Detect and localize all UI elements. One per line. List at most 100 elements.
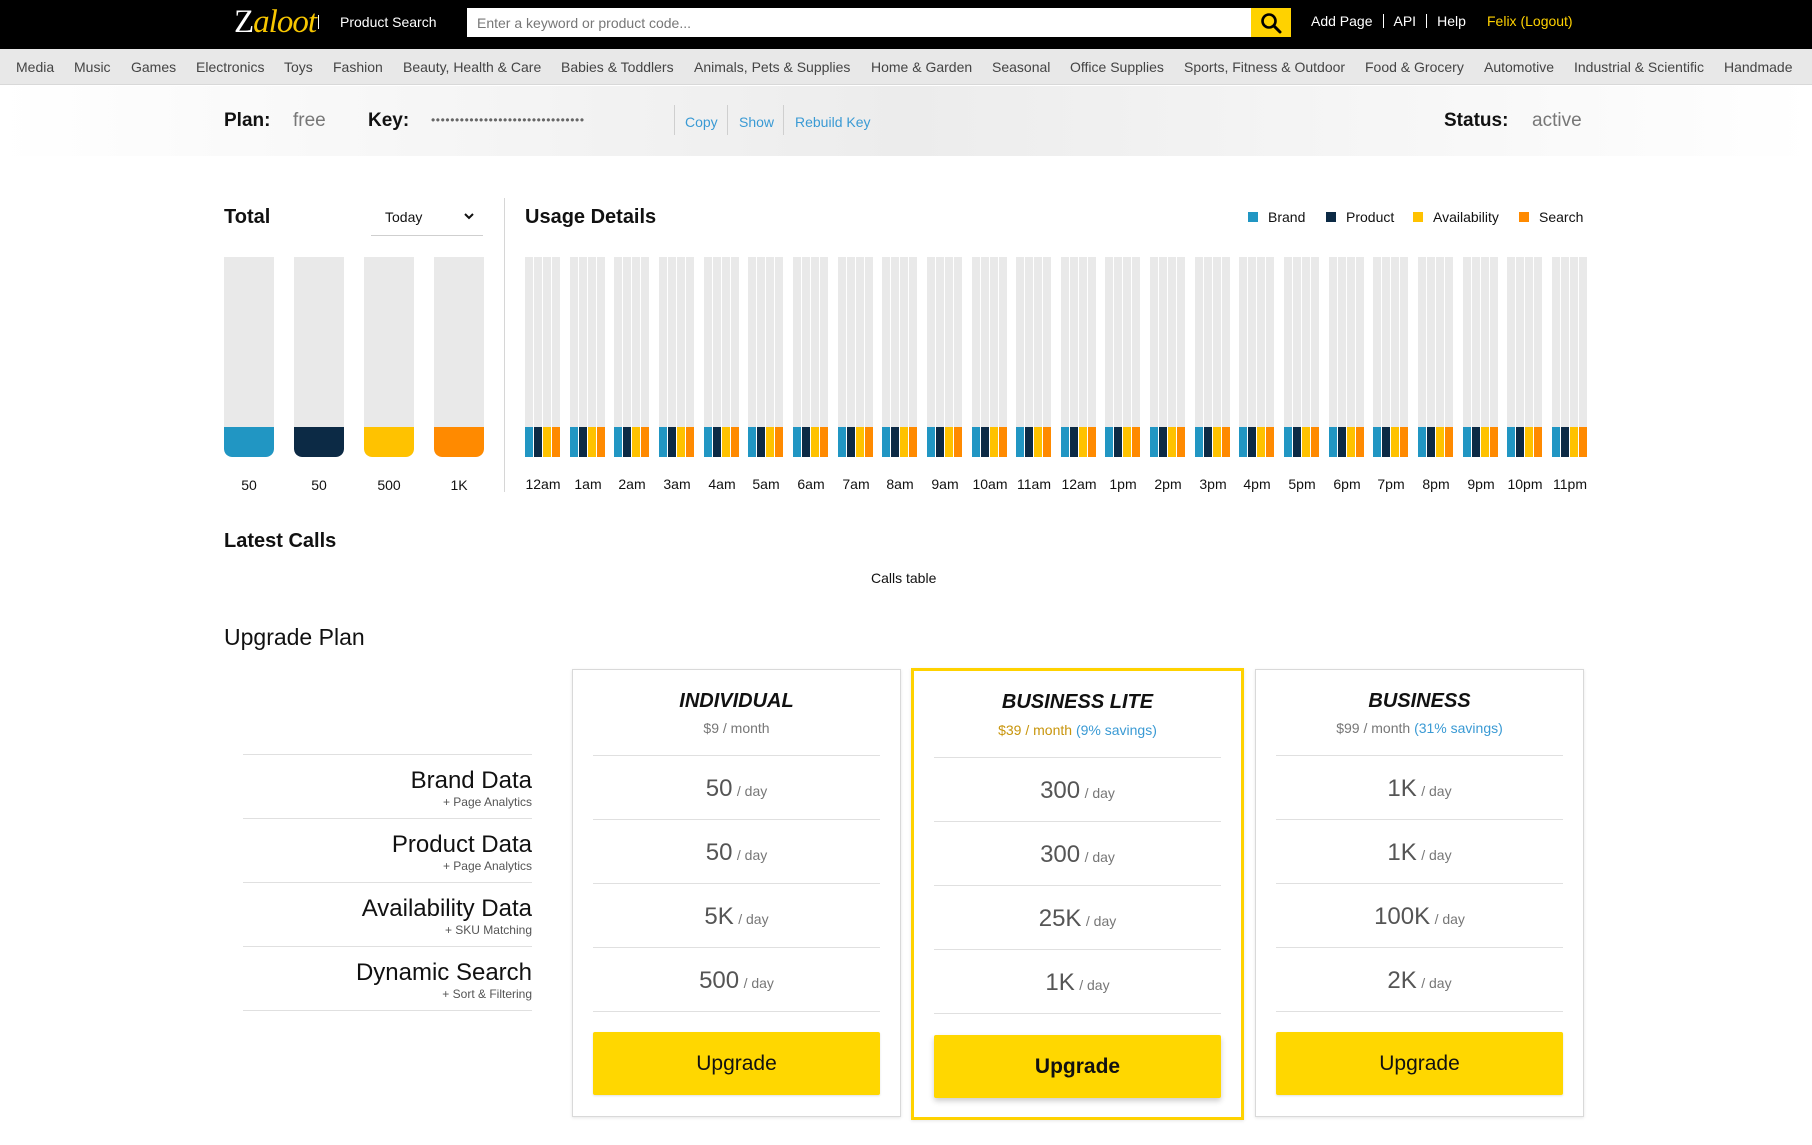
hour-bar <box>1507 257 1515 457</box>
hour-bar-fill <box>1239 427 1247 457</box>
divider <box>934 1013 1221 1014</box>
total-bar <box>224 257 274 457</box>
hour-label: 10am <box>972 476 1008 492</box>
plan-price: $9 / month <box>703 720 770 736</box>
hour-bar <box>954 257 962 457</box>
category-electronics[interactable]: Electronics <box>196 59 264 75</box>
divider <box>593 1011 880 1012</box>
hour-bar-fill <box>1552 427 1560 457</box>
divider <box>1276 1011 1563 1012</box>
category-games[interactable]: Games <box>131 59 176 75</box>
hour-bar-fill <box>1114 427 1122 457</box>
hour-bar <box>632 257 640 457</box>
latest-calls-title: Latest Calls <box>224 530 337 552</box>
category-fashion[interactable]: Fashion <box>333 59 383 75</box>
hour-bar-fill <box>847 427 855 457</box>
hour-label: 7am <box>842 476 870 492</box>
hour-bar-group <box>570 257 606 457</box>
plan-limit-availability: 100K / day <box>1276 883 1563 947</box>
help-link[interactable]: Help <box>1437 13 1466 29</box>
hour-bar <box>570 257 578 457</box>
category-media[interactable]: Media <box>16 59 54 75</box>
category-automotive[interactable]: Automotive <box>1484 59 1554 75</box>
api-link[interactable]: API <box>1394 13 1417 29</box>
category-babies-toddlers[interactable]: Babies & Toddlers <box>561 59 674 75</box>
hour-bar-fill <box>1159 427 1167 457</box>
hour-bar <box>927 257 935 457</box>
hour-bar-fill <box>1525 427 1533 457</box>
user-name[interactable]: Felix <box>1487 13 1517 29</box>
hour-bar-group <box>1284 257 1320 457</box>
category-office-supplies[interactable]: Office Supplies <box>1070 59 1164 75</box>
logo[interactable]: Zaloot <box>234 3 317 41</box>
legend-brand: Brand <box>1248 209 1305 225</box>
logout-link[interactable]: (Logout) <box>1520 13 1572 29</box>
hour-bar-fill <box>570 427 578 457</box>
hour-bar <box>811 257 819 457</box>
limit-value: 1K <box>1045 969 1075 996</box>
search-input[interactable] <box>467 8 1251 37</box>
category-handmade[interactable]: Handmade <box>1724 59 1793 75</box>
hour-bar <box>1373 257 1381 457</box>
total-bar <box>364 257 414 457</box>
divider <box>318 15 319 29</box>
hour-bar-fill <box>1034 427 1042 457</box>
hour-bar-group <box>882 257 918 457</box>
hour-bar-fill <box>525 427 533 457</box>
hour-bar-fill <box>1427 427 1435 457</box>
hour-bar-fill <box>1016 427 1024 457</box>
hour-label: 12am <box>525 476 561 492</box>
period-select-value: Today <box>385 209 423 225</box>
upgrade-business-button[interactable]: Upgrade <box>1276 1032 1563 1095</box>
upgrade-individual-button[interactable]: Upgrade <box>593 1032 880 1095</box>
category-animals-pets[interactable]: Animals, Pets & Supplies <box>694 59 850 75</box>
category-sports-fitness[interactable]: Sports, Fitness & Outdoor <box>1184 59 1345 75</box>
plan-price: $99 / month (31% savings) <box>1336 720 1503 736</box>
hour-bar <box>847 257 855 457</box>
category-music[interactable]: Music <box>74 59 111 75</box>
plan-limit-product: 300 / day <box>934 821 1221 885</box>
hour-bar-fill <box>865 427 873 457</box>
hour-bar <box>677 257 685 457</box>
feature-product-data: Product Data + Page Analytics <box>243 818 532 882</box>
category-industrial-scientific[interactable]: Industrial & Scientific <box>1574 59 1704 75</box>
plan-limit-search: 1K / day <box>934 949 1221 1013</box>
hour-bar <box>1561 257 1569 457</box>
product-search-link[interactable]: Product Search <box>340 14 437 30</box>
category-toys[interactable]: Toys <box>284 59 313 75</box>
add-page-link[interactable]: Add Page <box>1311 13 1373 29</box>
hour-label: 2am <box>618 476 646 492</box>
category-beauty-health-care[interactable]: Beauty, Health & Care <box>403 59 541 75</box>
hour-bar-group <box>525 257 561 457</box>
hour-bar <box>1195 257 1203 457</box>
rebuild-key-link[interactable]: Rebuild Key <box>795 114 871 130</box>
feature-brand-data: Brand Data + Page Analytics <box>243 754 532 818</box>
hour-bar-fill <box>838 427 846 457</box>
hour-bar <box>579 257 587 457</box>
hour-bar-fill <box>972 427 980 457</box>
hour-bar <box>1436 257 1444 457</box>
hour-bar-fill <box>1195 427 1203 457</box>
legend-label: Availability <box>1433 209 1499 225</box>
upgrade-business-lite-button[interactable]: Upgrade <box>934 1035 1221 1098</box>
copy-key-link[interactable]: Copy <box>685 114 718 130</box>
period-select[interactable]: Today <box>371 204 483 236</box>
hour-bar <box>1150 257 1158 457</box>
hour-bar <box>1061 257 1069 457</box>
hour-bar-fill <box>1418 427 1426 457</box>
search-button[interactable] <box>1251 8 1291 37</box>
plan-value: free <box>293 110 326 131</box>
limit-value: 2K <box>1387 967 1417 994</box>
hour-bar-fill <box>623 427 631 457</box>
category-food-grocery[interactable]: Food & Grocery <box>1365 59 1464 75</box>
category-seasonal[interactable]: Seasonal <box>992 59 1050 75</box>
hour-bar-fill <box>990 427 998 457</box>
hour-bar-group <box>1418 257 1454 457</box>
category-home-garden[interactable]: Home & Garden <box>871 59 972 75</box>
show-key-link[interactable]: Show <box>739 114 774 130</box>
hour-bar <box>731 257 739 457</box>
hour-bar <box>722 257 730 457</box>
hour-bar <box>1204 257 1212 457</box>
hour-bar-fill <box>1123 427 1131 457</box>
limit-unit: / day <box>1079 977 1110 993</box>
